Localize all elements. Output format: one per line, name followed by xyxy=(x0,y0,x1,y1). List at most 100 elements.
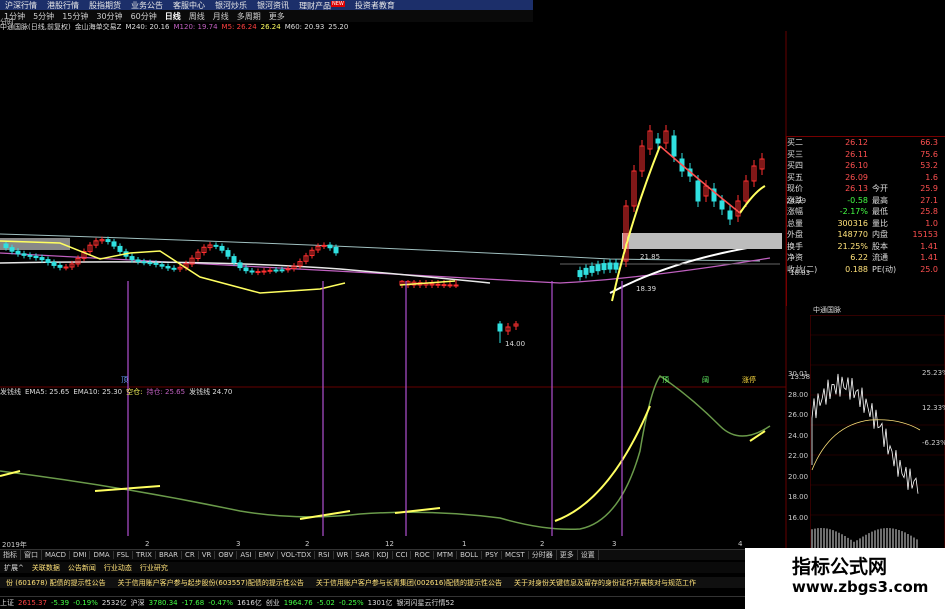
indicator-tab-KDJ[interactable]: KDJ xyxy=(374,551,393,559)
indicator-tab-DMI[interactable]: DMI xyxy=(70,551,91,559)
sub-tab[interactable]: 扩展^ xyxy=(0,563,28,573)
quote-right: 25.8 xyxy=(920,207,938,217)
indicator-tab-ROC[interactable]: ROC xyxy=(411,551,434,559)
sub-tab[interactable]: 公告新闻 xyxy=(64,563,100,573)
indicator-line xyxy=(0,374,771,530)
candle-body xyxy=(141,261,147,264)
candle-body xyxy=(595,264,601,272)
news-item[interactable]: 关于信用账户客户参与长青集团(002616)配债的提示性公告 xyxy=(310,578,508,588)
candle-body xyxy=(583,267,589,275)
sub-tab[interactable]: 行业动态 xyxy=(100,563,136,573)
news-item[interactable]: 份 (601678) 配债的提示性公告 xyxy=(0,578,112,588)
period-tab-1[interactable]: 5分钟 xyxy=(29,11,58,22)
date-tick: 2 xyxy=(540,540,545,548)
quote-row: 买四 26.10 53.2 xyxy=(787,160,945,172)
period-left-label: 分时 xyxy=(0,18,14,26)
logo-title: 指标公式网 xyxy=(792,556,888,578)
indicator-tab-MACD[interactable]: MACD xyxy=(42,551,70,559)
indicator-tab-指标[interactable]: 指标 xyxy=(0,550,21,560)
ind-ema10: EMA10: 25.30 xyxy=(73,388,123,396)
indicator-tab-窗口[interactable]: 窗口 xyxy=(21,550,42,560)
candle-body xyxy=(577,270,583,278)
indicator-tab-MCST[interactable]: MCST xyxy=(502,551,529,559)
indicator-tab-EMV[interactable]: EMV xyxy=(256,551,278,559)
index-value: 创业 xyxy=(265,599,280,607)
news-item[interactable]: 关于对身份关键信息及留存的身份证件开展核对与规范工作 xyxy=(508,578,702,588)
ma-m60: M60: 20.93 xyxy=(284,22,325,31)
period-tab-4[interactable]: 60分钟 xyxy=(127,11,161,22)
date-tick: 12 xyxy=(385,540,394,548)
quote-right: 53.2 xyxy=(920,161,938,171)
period-tab-6[interactable]: 周线 xyxy=(185,11,209,22)
period-tab-3[interactable]: 30分钟 xyxy=(92,11,126,22)
mini-intraday-chart[interactable]: 25.23% 12.33% -6.23% xyxy=(810,315,945,550)
candle-body xyxy=(607,262,613,270)
period-tab-9[interactable]: 更多 xyxy=(265,11,289,22)
quote-key: 净资 xyxy=(787,253,803,263)
candle-body xyxy=(441,284,447,287)
sub-tab[interactable]: 关联数据 xyxy=(28,563,64,573)
indicator-tab-RSI[interactable]: RSI xyxy=(315,551,334,559)
candle-body xyxy=(237,262,243,269)
indicator-tab-TRIX[interactable]: TRIX xyxy=(133,551,156,559)
quote-key: 收益(二) xyxy=(787,264,818,274)
candle-body xyxy=(333,246,339,254)
index-value: -5.02 xyxy=(316,599,335,607)
period-tab-5[interactable]: 日线 xyxy=(161,11,185,22)
quote-key: 买四 xyxy=(787,161,803,171)
price-label-high: 21.85 xyxy=(640,253,661,261)
ind-axis-tick: 20.00 xyxy=(788,472,809,481)
date-axis: 2019年 2 3 2 12 1 2 3 4 xyxy=(0,540,760,549)
quote-row: 外盘 148770 内盘 15153 xyxy=(787,229,945,241)
indicator-tab-OBV[interactable]: OBV xyxy=(215,551,238,559)
indicator-tab-分时器[interactable]: 分时器 xyxy=(529,550,557,560)
candle-body xyxy=(15,250,21,255)
candle-body xyxy=(655,138,661,144)
candle-body xyxy=(45,259,51,263)
indicator-tab-BRAR[interactable]: BRAR xyxy=(156,551,182,559)
indicator-tab-MTM[interactable]: MTM xyxy=(434,551,458,559)
candle-body xyxy=(3,243,9,249)
ma-m60b: 25.20 xyxy=(328,22,349,31)
indicator-tab-BOLL[interactable]: BOLL xyxy=(457,551,483,559)
quote-right: 15153 xyxy=(912,230,938,240)
index-value: -17.68 xyxy=(181,599,205,607)
indicator-tab-WR[interactable]: WR xyxy=(334,551,353,559)
watermark-logo: 指标公式网 www.zbgs3.com xyxy=(745,548,945,609)
indicator-header: 发钱线 EMA5: 25.65 EMA10: 25.30 空仓: 持仓: 25.… xyxy=(0,387,236,397)
quote-right: 66.3 xyxy=(920,138,938,148)
period-bar: 1分钟 5分钟 15分钟 30分钟 60分钟 日线 周线 月线 多周期 更多 xyxy=(0,10,533,22)
indicator-tab-ASI[interactable]: ASI xyxy=(237,551,256,559)
indicator-tab-CCI[interactable]: CCI xyxy=(393,551,412,559)
indicator-tab-FSL[interactable]: FSL xyxy=(114,551,133,559)
indicator-tab-SAR[interactable]: SAR xyxy=(352,551,374,559)
quote-key2: 股本 xyxy=(872,241,888,251)
quote-right: 25.9 xyxy=(920,184,938,194)
indicator-tab-PSY[interactable]: PSY xyxy=(482,551,503,559)
indicator-tab-VOL-TDX[interactable]: VOL-TDX xyxy=(278,551,316,559)
indicator-tab-DMA[interactable]: DMA xyxy=(90,551,114,559)
sub-tab[interactable]: 行业研究 xyxy=(136,563,172,573)
candle-body xyxy=(117,245,123,252)
index-value: 3780.34 xyxy=(148,599,178,607)
ind-axis-tick: 16.00 xyxy=(788,513,809,522)
indicator-tab-更多[interactable]: 更多 xyxy=(557,550,578,560)
quote-row: 买三 26.11 75.6 xyxy=(787,149,945,161)
quote-key2: 量比 xyxy=(872,218,888,228)
quote-key2: 最低 xyxy=(872,207,888,217)
quote-right: 1.0 xyxy=(925,218,938,228)
candle-body xyxy=(695,180,701,202)
indicator-tab-CR[interactable]: CR xyxy=(182,551,199,559)
indicator-tab-设置[interactable]: 设置 xyxy=(578,550,599,560)
index-value: 1964.76 xyxy=(283,599,313,607)
candle-body xyxy=(57,264,63,268)
signal-mark-b: 阔 xyxy=(702,376,709,384)
ind-axis-tick: 30.01 xyxy=(788,370,809,378)
indicator-tab-VR[interactable]: VR xyxy=(199,551,216,559)
period-tab-2[interactable]: 15分钟 xyxy=(58,11,92,22)
period-tab-7[interactable]: 月线 xyxy=(209,11,233,22)
period-tab-8[interactable]: 多周期 xyxy=(233,11,265,22)
candle-body xyxy=(279,269,285,272)
candle-body xyxy=(261,270,267,273)
news-item[interactable]: 关于信用账户客户参与起步股份(603557)配债的提示性公告 xyxy=(112,578,310,588)
